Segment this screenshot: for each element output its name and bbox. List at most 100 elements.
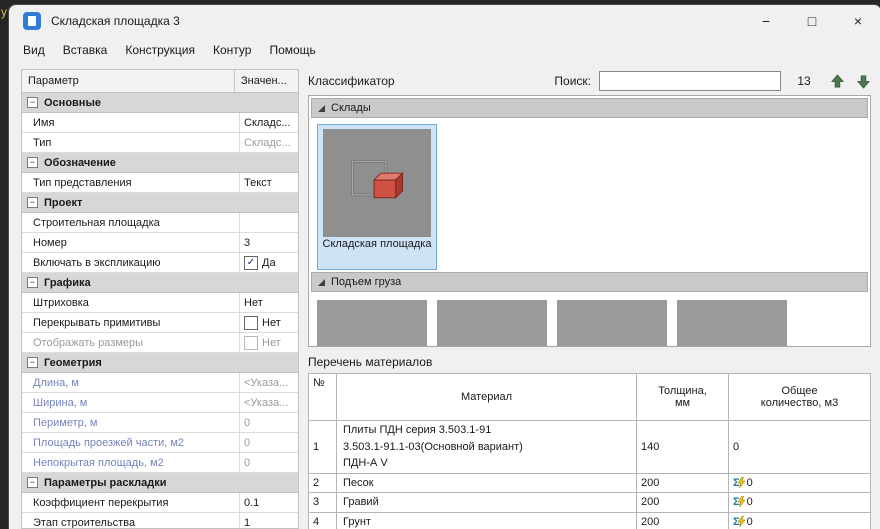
menu-item-vstavka[interactable]: Вставка [63, 43, 108, 57]
param-row[interactable]: Непокрытая площадь, м20 [22, 453, 298, 473]
material-name[interactable]: Грунт [337, 512, 637, 529]
param-value[interactable]: 0.1 [240, 493, 298, 512]
param-value[interactable]: 3 [240, 233, 298, 252]
cards-area: Складская площадка [309, 120, 870, 270]
param-value[interactable]: 1 [240, 513, 298, 528]
checkbox[interactable] [244, 316, 258, 330]
column-header-material[interactable]: Материал [337, 374, 637, 421]
collapse-icon[interactable]: − [27, 357, 38, 368]
collapse-icon[interactable]: − [27, 97, 38, 108]
material-num[interactable]: 4 [309, 512, 337, 529]
classifier-tile[interactable] [557, 300, 667, 347]
checkbox[interactable] [244, 336, 258, 350]
param-category-row[interactable]: −Параметры раскладки [22, 473, 298, 493]
param-value[interactable]: Нет [240, 293, 298, 312]
param-row[interactable]: Строительная площадка [22, 213, 298, 233]
menu-item-konstrukciya[interactable]: Конструкция [125, 43, 195, 57]
classifier-item-selected[interactable]: Складская площадка [317, 124, 437, 270]
maximize-button[interactable]: □ [789, 5, 835, 37]
classifier-tile[interactable] [677, 300, 787, 347]
material-row[interactable]: 1Плиты ПДН серия 3.503.1-91 3.503.1-91.1… [309, 421, 871, 474]
param-row[interactable]: Тип представленияТекст [22, 173, 298, 193]
param-row[interactable]: Включать в экспликацию✓Да [22, 253, 298, 273]
param-value[interactable]: 0 [240, 413, 298, 432]
param-value[interactable]: ✓Да [240, 253, 298, 272]
param-value[interactable]: Складс... [240, 133, 298, 152]
value-column-header[interactable]: Значен... [235, 70, 298, 92]
param-value[interactable]: Текст [240, 173, 298, 192]
param-value-text: <Указа... [244, 397, 288, 409]
classifier-tile[interactable] [317, 300, 427, 347]
collapse-icon[interactable]: − [27, 157, 38, 168]
material-name[interactable]: Плиты ПДН серия 3.503.1-91 3.503.1-91.1-… [337, 421, 637, 474]
column-header-thickness[interactable]: Толщина, мм [637, 374, 729, 421]
param-row[interactable]: Этап строительства1 [22, 513, 298, 528]
column-header-total[interactable]: Общее количество, м3 [729, 374, 871, 421]
down-arrow-icon[interactable] [856, 74, 871, 89]
param-row[interactable]: ТипСкладс... [22, 133, 298, 153]
menu-item-vid[interactable]: Вид [23, 43, 45, 57]
materials-table-wrap: № Материал Толщина, мм Общее количество,… [308, 373, 871, 529]
param-row[interactable]: ИмяСкладс... [22, 113, 298, 133]
up-arrow-icon[interactable] [830, 74, 845, 89]
material-total[interactable]: Σ0 [729, 512, 871, 529]
material-num[interactable]: 1 [309, 421, 337, 474]
group-header-sklady[interactable]: Склады [311, 98, 868, 118]
menu-item-kontur[interactable]: Контур [213, 43, 251, 57]
material-row[interactable]: 3Гравий200Σ0 [309, 493, 871, 513]
material-total[interactable]: Σ0 [729, 493, 871, 513]
param-label: Тип представления [22, 173, 240, 192]
checkbox[interactable]: ✓ [244, 256, 258, 270]
param-row[interactable]: Номер3 [22, 233, 298, 253]
column-header-num[interactable]: № [309, 374, 337, 421]
material-name[interactable]: Гравий [337, 493, 637, 513]
param-value[interactable]: <Указа... [240, 393, 298, 412]
param-category-row[interactable]: −Обозначение [22, 153, 298, 173]
param-label: Отображать размеры [22, 333, 240, 352]
collapse-icon[interactable]: − [27, 277, 38, 288]
material-num[interactable]: 3 [309, 493, 337, 513]
param-category-row[interactable]: −Графика [22, 273, 298, 293]
param-category-row[interactable]: −Проект [22, 193, 298, 213]
param-value-text: <Указа... [244, 377, 288, 389]
group-header-podyem-gruza[interactable]: Подъем груза [311, 272, 868, 292]
param-row[interactable]: Перекрывать примитивыНет [22, 313, 298, 333]
menu-item-pomosch[interactable]: Помощь [269, 43, 315, 57]
material-thickness[interactable]: 140 [637, 421, 729, 474]
material-name[interactable]: Песок [337, 473, 637, 493]
collapse-icon[interactable]: − [27, 477, 38, 488]
param-value[interactable]: <Указа... [240, 373, 298, 392]
param-row[interactable]: Отображать размерыНет [22, 333, 298, 353]
param-value[interactable]: Складс... [240, 113, 298, 132]
search-input[interactable] [599, 71, 781, 91]
material-num[interactable]: 2 [309, 473, 337, 493]
minimize-button[interactable]: − [743, 5, 789, 37]
param-value[interactable]: Нет [240, 313, 298, 332]
param-row[interactable]: Коэффициент перекрытия0.1 [22, 493, 298, 513]
param-row[interactable]: Периметр, м0 [22, 413, 298, 433]
param-row[interactable]: ШтриховкаНет [22, 293, 298, 313]
param-column-header[interactable]: Параметр [22, 70, 235, 92]
material-row[interactable]: 4Грунт200Σ0 [309, 512, 871, 529]
param-row[interactable]: Длина, м<Указа... [22, 373, 298, 393]
collapse-icon[interactable]: − [27, 197, 38, 208]
param-category-row[interactable]: −Геометрия [22, 353, 298, 373]
material-total[interactable]: 0 [729, 421, 871, 474]
material-row[interactable]: 2Песок200Σ0 [309, 473, 871, 493]
material-total[interactable]: Σ0 [729, 473, 871, 493]
param-row[interactable]: Ширина, м<Указа... [22, 393, 298, 413]
category-label: Основные [44, 97, 101, 109]
material-thickness[interactable]: 200 [637, 512, 729, 529]
close-button[interactable]: × [835, 5, 880, 37]
material-thickness[interactable]: 200 [637, 493, 729, 513]
param-value[interactable]: 0 [240, 453, 298, 472]
param-value[interactable]: Нет [240, 333, 298, 352]
classifier-tile[interactable] [437, 300, 547, 347]
param-row[interactable]: Площадь проезжей части, м20 [22, 433, 298, 453]
param-category-row[interactable]: −Основные [22, 93, 298, 113]
param-value[interactable]: 0 [240, 433, 298, 452]
material-thickness[interactable]: 200 [637, 473, 729, 493]
param-value[interactable] [240, 213, 298, 232]
titlebar[interactable]: Складская площадка 3 − □ × [9, 5, 880, 37]
menubar: Вид Вставка Конструкция Контур Помощь [9, 37, 880, 63]
